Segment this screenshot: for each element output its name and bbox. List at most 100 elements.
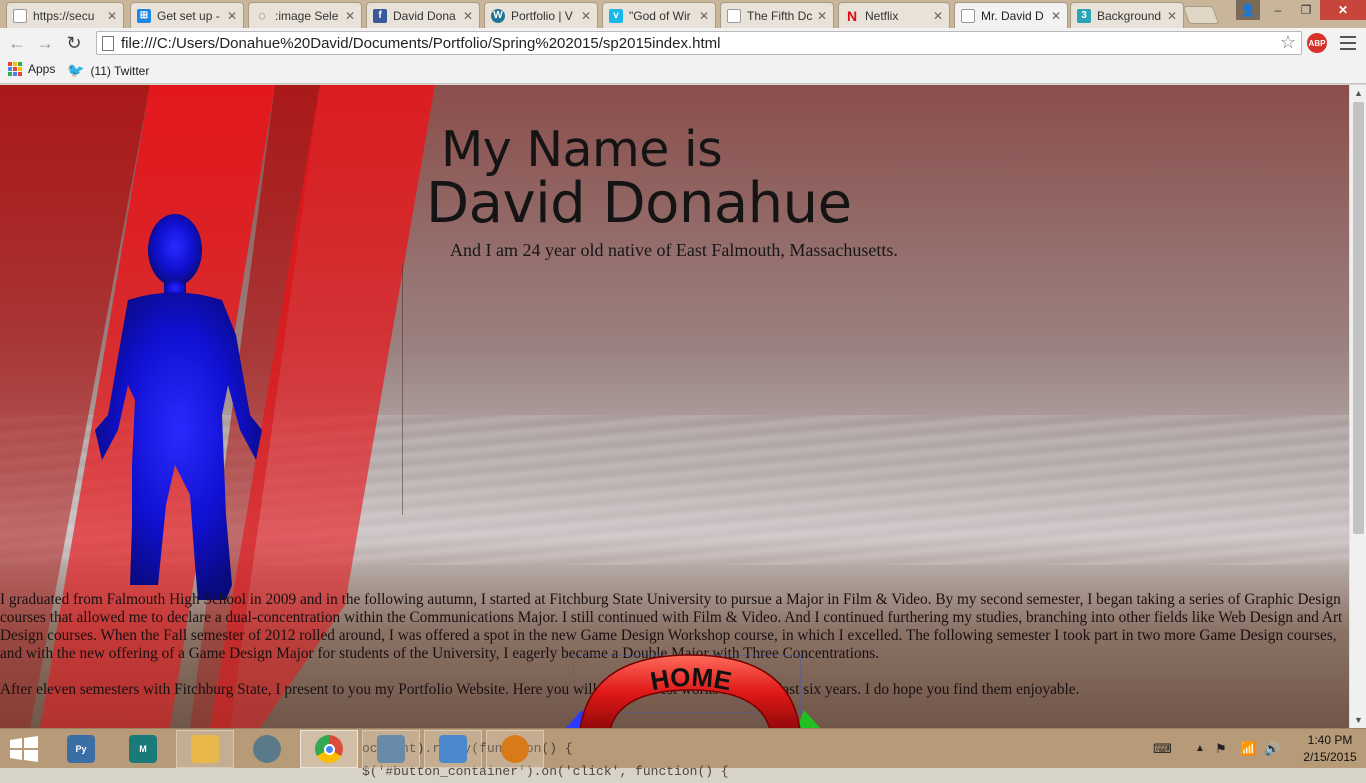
tab-title: :image Sele xyxy=(275,8,339,23)
taskbar-python[interactable]: Py xyxy=(52,730,110,768)
tab-title: Get set up - xyxy=(157,8,220,23)
close-icon[interactable]: ✕ xyxy=(1167,9,1177,23)
tab-title: Netflix xyxy=(865,8,899,23)
scrollbar-thumb[interactable] xyxy=(1353,102,1364,534)
bookmark-apps[interactable]: Apps xyxy=(8,62,55,76)
close-icon[interactable]: ✕ xyxy=(817,9,827,23)
tab-title: https://secu xyxy=(33,8,95,23)
python-icon: Py xyxy=(67,735,95,763)
page-icon xyxy=(727,8,741,23)
close-icon[interactable]: ✕ xyxy=(227,9,237,23)
taskbar-media-player[interactable] xyxy=(486,730,544,768)
facebook-icon: f xyxy=(373,8,387,23)
close-icon[interactable]: ✕ xyxy=(933,9,943,23)
volume-icon[interactable]: 🔊 xyxy=(1264,741,1280,757)
loading-icon: ◌ xyxy=(258,8,266,23)
page-icon xyxy=(102,36,114,51)
bookmark-label: (11) Twitter xyxy=(90,63,150,78)
tab-1[interactable]: ⊞ Get set up - ✕ xyxy=(130,2,244,28)
maximize-button[interactable]: ❐ xyxy=(1292,0,1320,20)
network-signal-icon[interactable]: 📶 xyxy=(1240,741,1256,757)
minimize-button[interactable]: ‒ xyxy=(1264,0,1292,20)
taskbar-network[interactable] xyxy=(238,730,296,768)
page-title-line1: My Name is xyxy=(441,121,723,178)
taskbar-file-explorer[interactable] xyxy=(176,730,234,768)
tab-9[interactable]: 3 Background ✕ xyxy=(1070,2,1184,28)
bookmark-twitter[interactable]: 🐦 (11) Twitter xyxy=(67,62,149,79)
address-bar[interactable]: file:///C:/Users/Donahue%20David/Documen… xyxy=(96,31,1302,55)
windows-icon: ⊞ xyxy=(137,8,151,23)
scroll-up-icon[interactable]: ▲ xyxy=(1354,88,1363,98)
media-player-icon xyxy=(501,735,529,763)
network-icon xyxy=(253,735,281,763)
three-icon: 3 xyxy=(1077,8,1091,23)
monitor-app-icon xyxy=(377,735,405,763)
back-arrow-icon[interactable]: ← xyxy=(6,32,28,54)
chrome-icon xyxy=(315,735,343,763)
notepad-app-icon xyxy=(439,735,467,763)
tab-title: David Dona xyxy=(393,8,456,23)
scroll-down-icon[interactable]: ▼ xyxy=(1354,715,1363,725)
taskbar-maya[interactable]: M xyxy=(114,730,172,768)
tab-7[interactable]: N Netflix ✕ xyxy=(838,2,950,28)
tab-title: Portfolio | V xyxy=(511,8,573,23)
user-profile-icon[interactable]: 👤 xyxy=(1236,0,1260,20)
url-text[interactable]: file:///C:/Users/Donahue%20David/Documen… xyxy=(121,35,721,52)
page-viewport: My Name is David Donahue And I am 24 yea… xyxy=(0,85,1349,728)
tab-6[interactable]: The Fifth Dc ✕ xyxy=(720,2,834,28)
tab-0[interactable]: https://secu ✕ xyxy=(6,2,124,28)
page-subtitle: And I am 24 year old native of East Falm… xyxy=(450,240,898,260)
page-title-name: David Donahue xyxy=(426,171,852,236)
close-window-button[interactable]: ✕ xyxy=(1320,0,1366,20)
home-button[interactable]: HOME xyxy=(560,650,825,728)
taskbar-chrome[interactable] xyxy=(300,730,358,768)
page-icon xyxy=(961,8,975,23)
reload-icon[interactable]: ↻ xyxy=(63,32,85,54)
new-tab-button[interactable] xyxy=(1182,6,1220,24)
close-icon[interactable]: ✕ xyxy=(345,9,355,23)
menu-icon[interactable] xyxy=(1340,34,1356,52)
taskbar-notepad-app[interactable] xyxy=(424,730,482,768)
close-icon[interactable]: ✕ xyxy=(1051,9,1061,23)
close-icon[interactable]: ✕ xyxy=(699,9,709,23)
wordpress-icon: W xyxy=(491,8,505,23)
window-controls: 👤 ‒ ❐ ✕ xyxy=(1236,0,1366,20)
star-icon[interactable]: ☆ xyxy=(1280,32,1296,53)
keyboard-icon[interactable]: ⌨ xyxy=(1153,741,1172,757)
clock-date: 2/15/2015 xyxy=(1303,750,1357,764)
twitter-icon: 🐦 xyxy=(67,62,85,78)
tab-5[interactable]: v "God of Wir ✕ xyxy=(602,2,716,28)
apps-grid-icon xyxy=(8,62,22,76)
close-icon[interactable]: ✕ xyxy=(581,9,591,23)
taskbar-clock[interactable]: 1:40 PM 2/15/2015 xyxy=(1300,732,1360,766)
forward-arrow-icon[interactable]: → xyxy=(34,32,56,54)
action-center-icon[interactable]: ⚑ xyxy=(1215,741,1227,757)
tab-4[interactable]: W Portfolio | V ✕ xyxy=(484,2,598,28)
tab-title: "God of Wir xyxy=(629,8,691,23)
netflix-icon: N xyxy=(846,7,858,24)
taskbar: ocument).ready(function() { $('#button_c… xyxy=(0,728,1366,779)
clock-time: 1:40 PM xyxy=(1307,733,1353,747)
tab-title: The Fifth Dc xyxy=(747,8,813,23)
tab-2[interactable]: ◌ :image Sele ✕ xyxy=(248,2,362,28)
divider-line xyxy=(402,265,403,515)
adblock-plus-icon[interactable]: ABP xyxy=(1307,33,1327,53)
tab-8-active[interactable]: Mr. David D ✕ xyxy=(954,2,1068,28)
bookmarks-bar: Apps 🐦 (11) Twitter xyxy=(0,58,1366,84)
browser-toolbar: ← → ↻ file:///C:/Users/Donahue%20David/D… xyxy=(0,28,1366,58)
tab-3[interactable]: f David Dona ✕ xyxy=(366,2,480,28)
taskbar-monitor-app[interactable] xyxy=(362,730,420,768)
close-icon[interactable]: ✕ xyxy=(107,9,117,23)
file-explorer-icon xyxy=(191,735,219,763)
page-scrollbar[interactable]: ▲ ▼ xyxy=(1349,85,1366,728)
page-icon xyxy=(13,8,27,23)
tab-title: Background xyxy=(1097,8,1162,23)
close-icon[interactable]: ✕ xyxy=(463,9,473,23)
tab-strip: https://secu ✕ ⊞ Get set up - ✕ ◌ :image… xyxy=(0,0,1366,28)
vimeo-icon: v xyxy=(609,8,623,23)
bookmark-label: Apps xyxy=(28,62,56,76)
maya-icon: M xyxy=(129,735,157,763)
show-hidden-icons-icon[interactable]: ▲ xyxy=(1195,743,1205,754)
tab-title: Mr. David D xyxy=(981,8,1044,23)
windows-start-icon[interactable] xyxy=(8,736,40,762)
